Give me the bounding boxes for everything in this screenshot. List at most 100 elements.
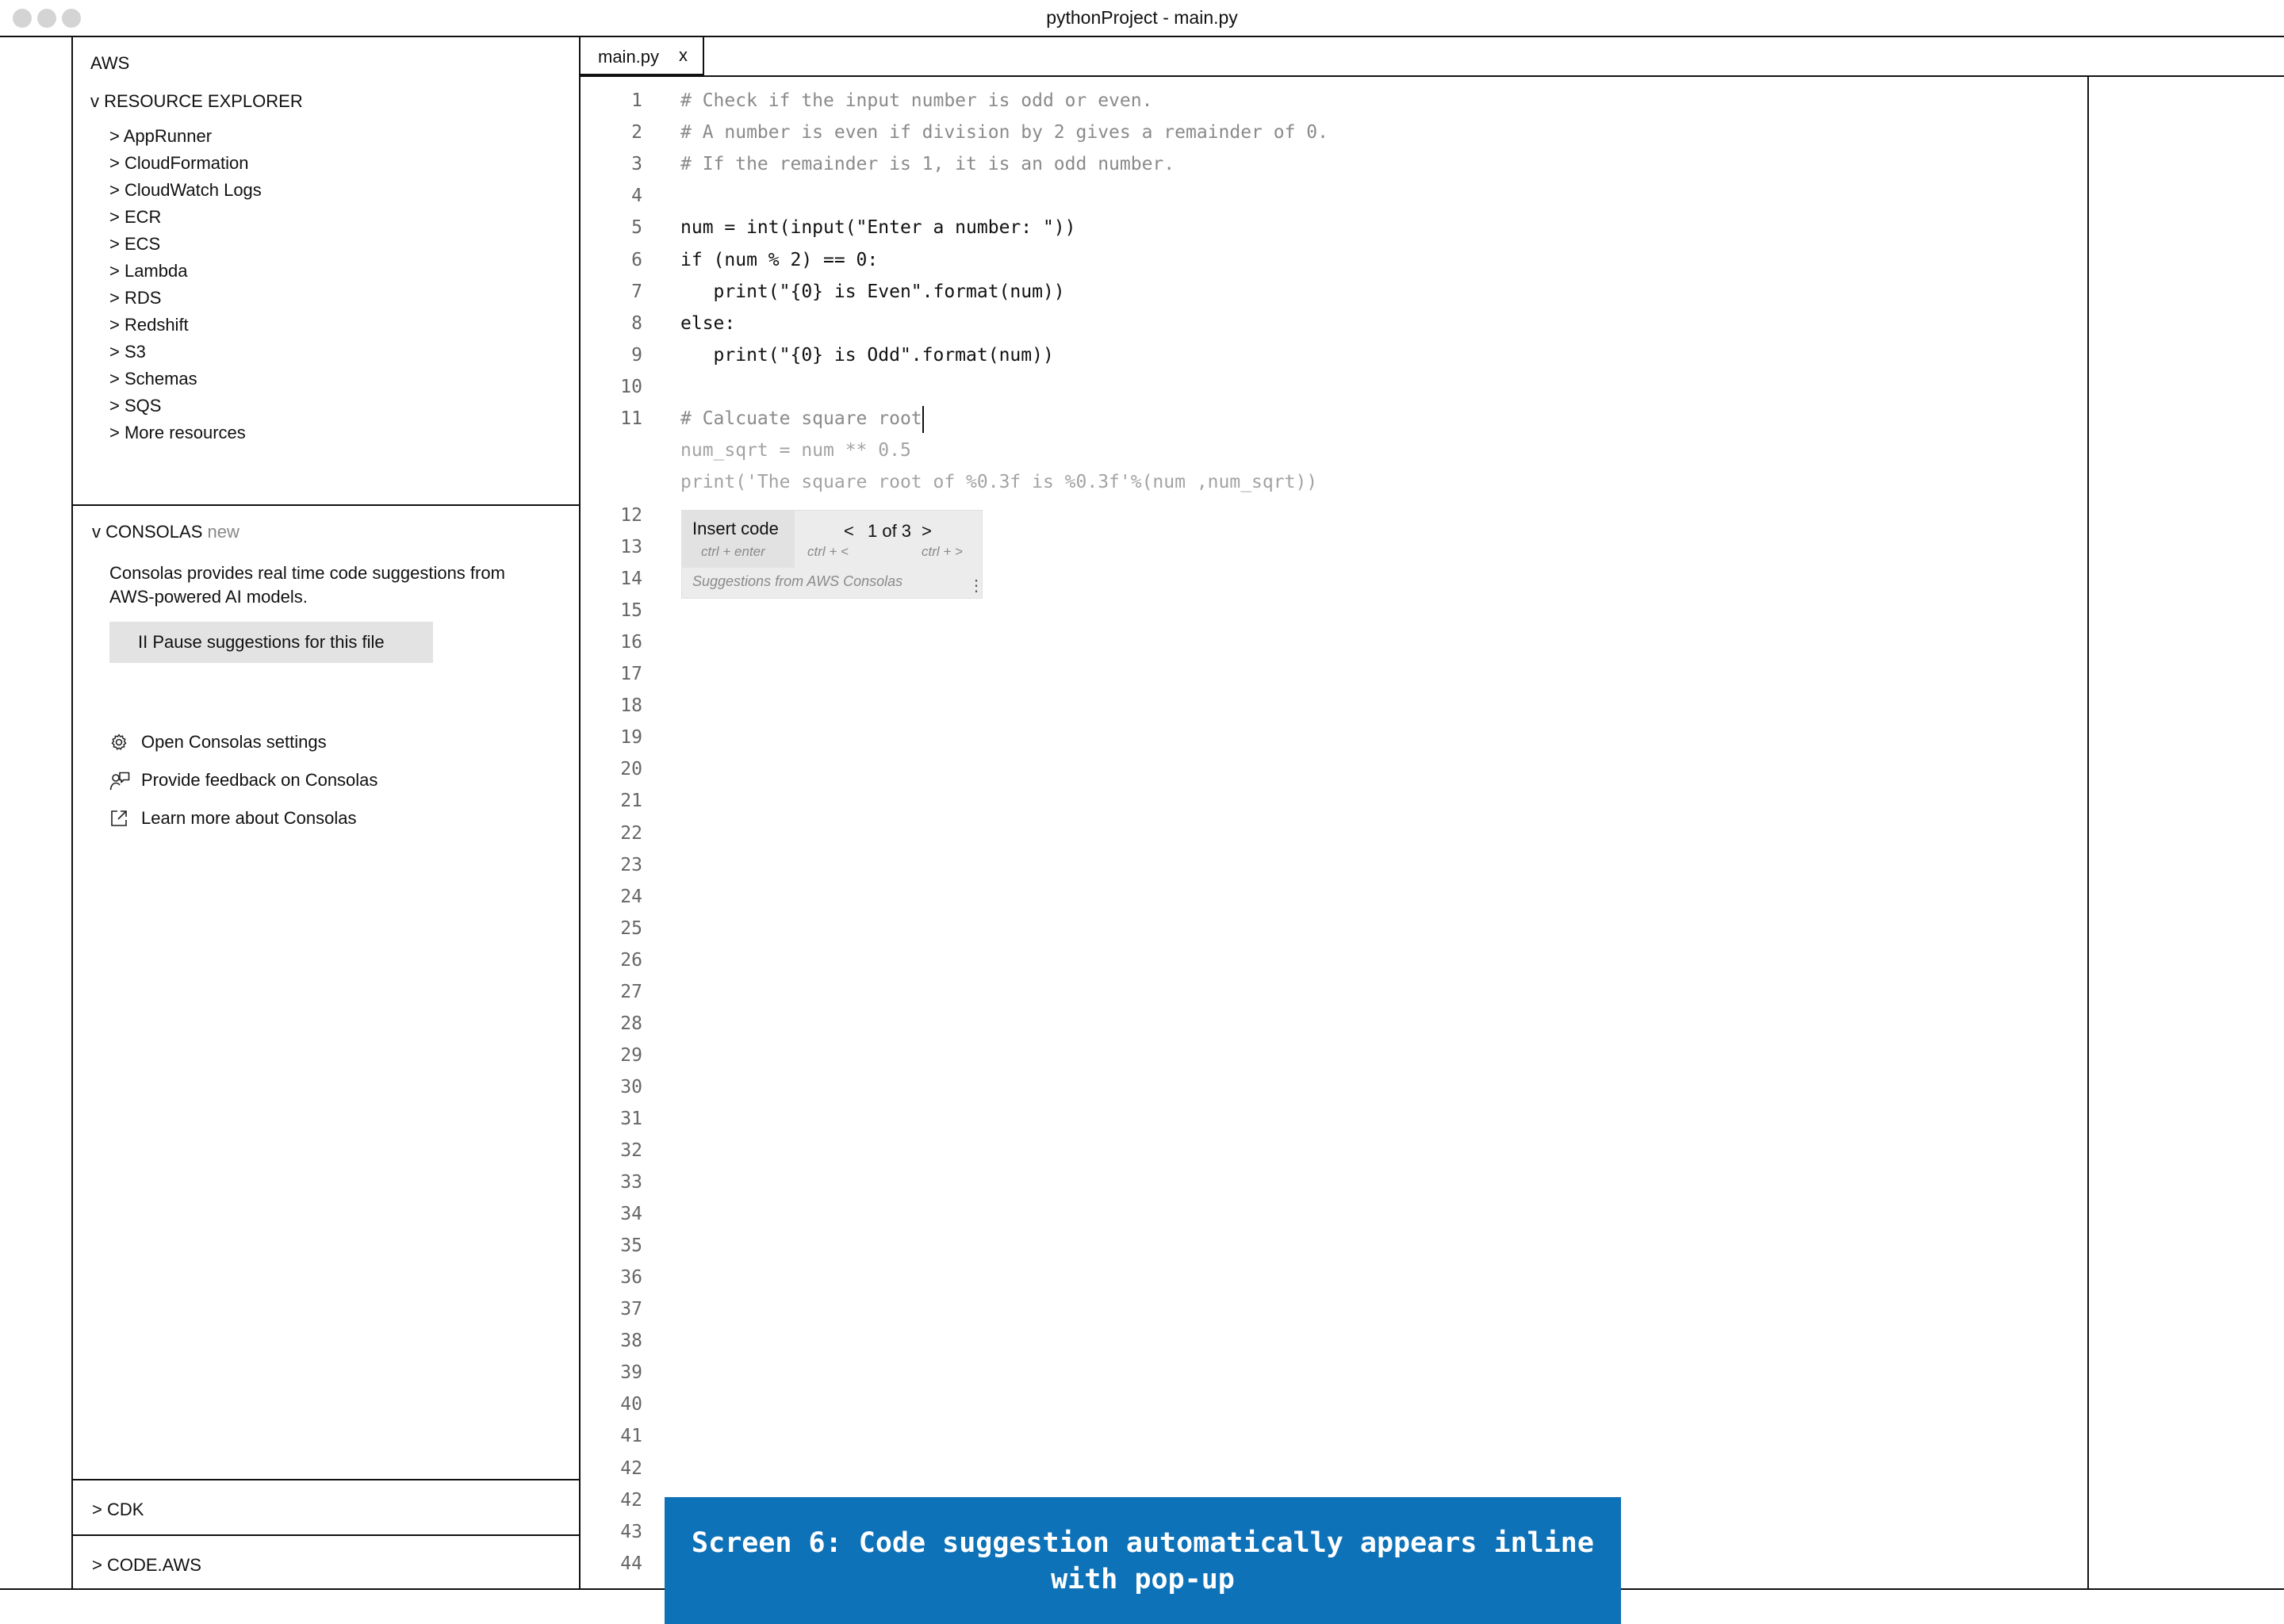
- previous-shortcut: ctrl + <: [807, 544, 849, 559]
- line-number: 2: [631, 122, 642, 144]
- line-number: 17: [620, 664, 642, 685]
- code-line: # If the remainder is 1, it is an odd nu…: [680, 154, 1175, 175]
- resource-item-ecr[interactable]: > ECR: [109, 204, 262, 231]
- line-number: 42: [620, 1489, 642, 1511]
- line-number: 33: [620, 1172, 642, 1193]
- editor-tab-bar: main.py x: [581, 37, 2284, 77]
- resource-explorer-list: > AppRunner > CloudFormation > CloudWatc…: [109, 123, 262, 446]
- code-line: else:: [680, 312, 736, 334]
- line-number: 7: [631, 281, 642, 302]
- pause-suggestions-button[interactable]: II Pause suggestions for this file: [109, 622, 433, 663]
- resource-item-sqs[interactable]: > SQS: [109, 393, 262, 419]
- resource-explorer-header[interactable]: v RESOURCE EXPLORER: [90, 91, 303, 112]
- suggestion-popup: Insert code ctrl + enter < 1 of 3 > ctrl…: [681, 510, 984, 599]
- previous-suggestion-button[interactable]: <: [844, 521, 854, 542]
- external-link-icon: [111, 810, 127, 826]
- resource-item-ecs[interactable]: > ECS: [109, 231, 262, 258]
- gear-icon: [111, 733, 127, 750]
- code-line: # A number is even if division by 2 give…: [680, 122, 1328, 144]
- next-suggestion-button[interactable]: >: [922, 521, 932, 542]
- line-number: 31: [620, 1108, 642, 1129]
- insert-code-shortcut: ctrl + enter: [701, 544, 765, 559]
- title-bar: pythonProject - main.py: [0, 0, 2284, 37]
- tab-main-py[interactable]: main.py x: [581, 37, 704, 77]
- resource-item-s3[interactable]: > S3: [109, 339, 262, 366]
- resource-item-schemas[interactable]: > Schemas: [109, 366, 262, 393]
- line-number: 15: [620, 600, 642, 622]
- line-number: 3: [631, 154, 642, 175]
- resource-item-redshift[interactable]: > Redshift: [109, 312, 262, 339]
- resource-item-more-resources[interactable]: > More resources: [109, 419, 262, 446]
- resource-item-apprunner[interactable]: > AppRunner: [109, 123, 262, 150]
- provide-feedback-label: Provide feedback on Consolas: [141, 770, 378, 790]
- line-number: 27: [620, 981, 642, 1002]
- resource-item-lambda[interactable]: > Lambda: [109, 258, 262, 285]
- text-cursor: [922, 406, 924, 433]
- ghost-code-line: num_sqrt = num ** 0.5: [680, 440, 911, 462]
- code-line: print("{0} is Even".format(num)): [680, 281, 1065, 302]
- kebab-menu-icon[interactable]: ⋮: [968, 576, 984, 596]
- line-number: 43: [620, 1521, 642, 1542]
- cdk-section[interactable]: > CDK: [73, 1479, 579, 1536]
- line-number: 44: [620, 1553, 642, 1574]
- line-number: 37: [620, 1299, 642, 1320]
- line-number: 18: [620, 695, 642, 717]
- resource-item-rds[interactable]: > RDS: [109, 285, 262, 312]
- insert-code-label: Insert code: [692, 519, 779, 538]
- line-number: 9: [631, 344, 642, 366]
- open-consolas-settings-label: Open Consolas settings: [141, 732, 327, 752]
- line-number: 22: [620, 822, 642, 844]
- line-number: 29: [620, 1044, 642, 1066]
- line-number: 42: [620, 1457, 642, 1479]
- popup-footer: Suggestions from AWS Consolas: [692, 573, 903, 589]
- insert-code-button[interactable]: Insert code ctrl + enter: [682, 511, 795, 568]
- ghost-code-line: print('The square root of %0.3f is %0.3f…: [680, 472, 1318, 493]
- line-number: 14: [620, 569, 642, 590]
- line-number: 26: [620, 949, 642, 971]
- suggestion-counter: 1 of 3: [868, 521, 912, 541]
- line-number: 38: [620, 1331, 642, 1352]
- minimap-divider: [2087, 77, 2089, 1588]
- tab-close-icon[interactable]: x: [679, 45, 688, 66]
- line-number: 23: [620, 854, 642, 875]
- resource-item-cloudwatch-logs[interactable]: > CloudWatch Logs: [109, 177, 262, 204]
- line-number: 4: [631, 186, 642, 207]
- code-editor[interactable]: 1 # Check if the input number is odd or e…: [581, 77, 2087, 1588]
- aws-panel-title: AWS: [90, 53, 130, 73]
- line-number: 6: [631, 249, 642, 270]
- line-number: 13: [620, 537, 642, 558]
- cdk-label: > CDK: [92, 1500, 144, 1519]
- activity-bar: [0, 37, 73, 1588]
- line-number: 20: [620, 759, 642, 780]
- line-number: 25: [620, 917, 642, 939]
- line-number: 41: [620, 1426, 642, 1447]
- resource-item-cloudformation[interactable]: > CloudFormation: [109, 150, 262, 177]
- tab-label: main.py: [598, 47, 660, 67]
- consolas-description: Consolas provides real time code suggest…: [109, 563, 505, 607]
- code-line: if (num % 2) == 0:: [680, 249, 879, 270]
- line-number: 40: [620, 1394, 642, 1415]
- codeaws-label: > CODE.AWS: [92, 1555, 201, 1575]
- code-line: # Calcuate square root: [680, 408, 922, 429]
- line-number: 28: [620, 1013, 642, 1034]
- line-number: 8: [631, 312, 642, 334]
- window-title: pythonProject - main.py: [1046, 7, 1238, 28]
- line-number: 30: [620, 1076, 642, 1097]
- line-number: 10: [620, 376, 642, 397]
- learn-more-label: Learn more about Consolas: [141, 808, 357, 828]
- line-number: 32: [620, 1140, 642, 1161]
- consolas-header-label: v CONSOLAS: [92, 522, 203, 542]
- code-line: # Check if the input number is odd or ev…: [680, 90, 1153, 111]
- consolas-panel: v CONSOLAS new Consolas provides real ti…: [73, 504, 579, 1321]
- line-number: 5: [631, 217, 642, 239]
- line-number: 35: [620, 1235, 642, 1257]
- line-number: 1: [631, 90, 642, 111]
- code-line: print("{0} is Odd".format(num)): [680, 344, 1054, 366]
- codeaws-section[interactable]: > CODE.AWS: [73, 1536, 579, 1588]
- line-number: 36: [620, 1267, 642, 1289]
- consolas-header[interactable]: v CONSOLAS new: [92, 522, 240, 542]
- new-badge: new: [207, 522, 240, 542]
- aws-sidebar: AWS v RESOURCE EXPLORER > AppRunner > Cl…: [73, 37, 581, 1588]
- caption-line-1: Screen 6: Code suggestion automatically …: [692, 1527, 1594, 1559]
- line-number: 21: [620, 791, 642, 812]
